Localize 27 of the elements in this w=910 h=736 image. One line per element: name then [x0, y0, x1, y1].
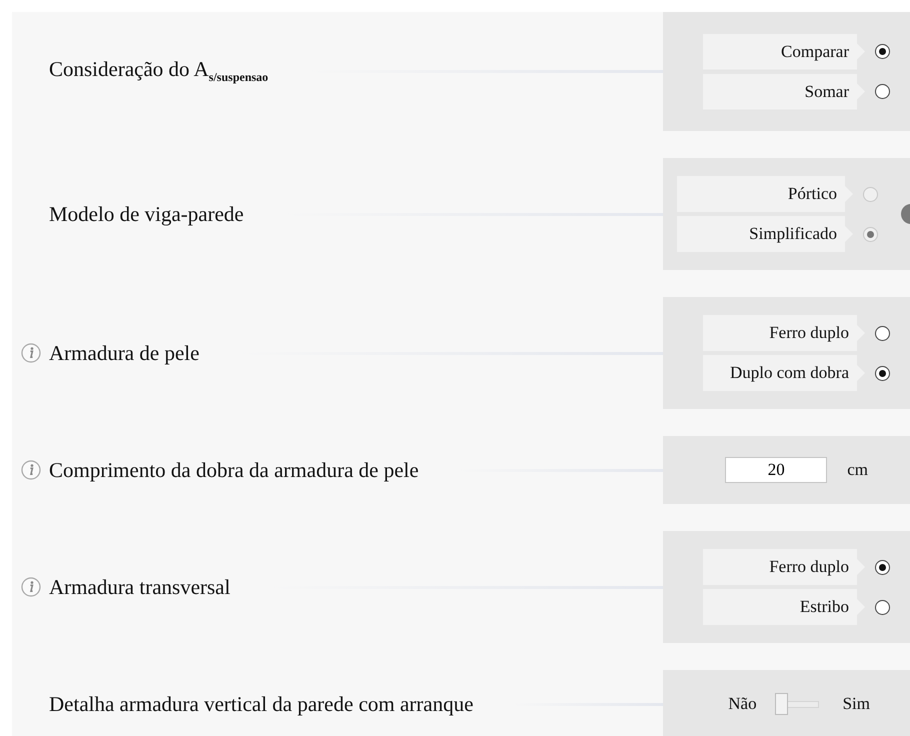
setting-label: Comprimento da dobra da armadura de pele — [49, 458, 419, 482]
setting-label: Armadura transversal — [49, 574, 230, 600]
option-label[interactable]: Ferro duplo — [703, 549, 865, 585]
setting-label: Modelo de viga-parede — [49, 202, 244, 226]
toggle-thumb[interactable] — [774, 693, 788, 715]
radio-button[interactable] — [875, 560, 890, 574]
radio-button[interactable] — [875, 84, 890, 99]
toggle-switch[interactable] — [774, 694, 819, 714]
info-icon[interactable] — [20, 577, 40, 597]
info-icon[interactable] — [20, 343, 40, 363]
setting-label: Armadura de pele — [49, 340, 200, 366]
radio-button[interactable] — [875, 326, 890, 340]
option-label[interactable]: Somar — [703, 74, 865, 110]
toggle-on-label: Sim — [842, 694, 870, 714]
unit-label: cm — [847, 460, 868, 480]
option-label[interactable]: Duplo com dobra — [703, 355, 865, 391]
toggle-off-label: Não — [728, 694, 757, 714]
input-field[interactable]: 20 — [725, 457, 828, 483]
radio-button[interactable] — [875, 600, 890, 614]
option-label[interactable]: Comparar — [703, 34, 865, 70]
option-label[interactable]: Estribo — [703, 589, 865, 625]
info-icon[interactable] — [20, 460, 40, 480]
radio-button[interactable] — [875, 44, 890, 59]
option-label[interactable]: Ferro duplo — [703, 315, 865, 351]
setting-label: Consideração do A$_{s/suspensao}$ — [49, 57, 268, 86]
setting-label: Detalha armadura vertical da parede com arranque — [49, 692, 474, 716]
radio-button[interactable] — [875, 366, 890, 380]
